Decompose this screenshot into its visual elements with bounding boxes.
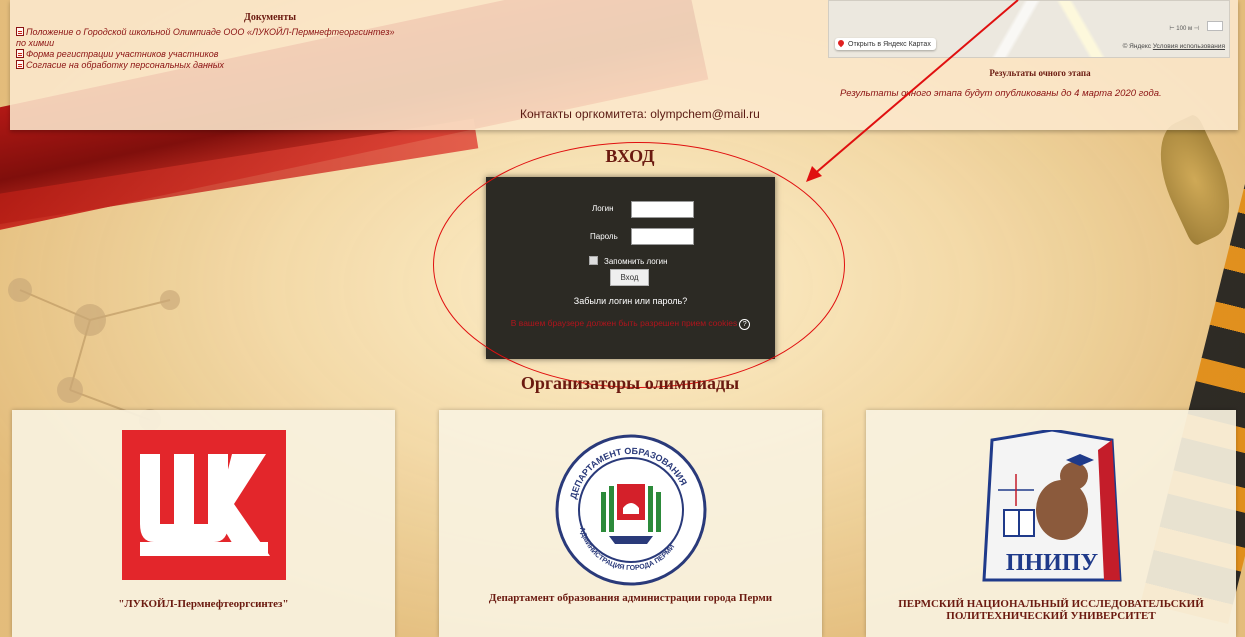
background-laurel-leaf: [1142, 112, 1245, 248]
documents-list: Положение о Городской школьной Олимпиаде…: [16, 27, 436, 71]
documents-heading: Документы: [243, 12, 297, 23]
password-input[interactable]: [631, 228, 694, 245]
pdf-icon: [16, 49, 24, 58]
map-copyright: © Яндекс Условия использования: [1123, 43, 1225, 50]
cookie-warning-text: В вашем браузере должен быть разрешен пр…: [510, 318, 738, 328]
username-input[interactable]: [631, 201, 694, 218]
doc-link-personal-data-consent[interactable]: Согласие на обработку персональных данны…: [16, 60, 436, 71]
doc-link-registration-form[interactable]: Форма регистрации участников участников: [16, 49, 436, 60]
open-in-yandex-maps-button[interactable]: Открыть в Яндекс Картах: [835, 38, 936, 50]
doc-link-regulations[interactable]: Положение о Городской школьной Олимпиаде…: [16, 27, 436, 38]
lukoil-logo: [122, 430, 286, 580]
login-button[interactable]: Вход: [610, 269, 649, 286]
map-scale-label: 100 м: [1176, 26, 1193, 32]
pdf-icon: [16, 60, 24, 69]
doc-link-continuation[interactable]: по химии: [16, 38, 436, 49]
results-announcement: Результаты очного этапа будут опубликова…: [840, 88, 1162, 99]
doc-link-label: Форма регистрации участников участников: [26, 49, 219, 59]
remember-login-label: Запомнить логин: [604, 257, 668, 266]
doc-link-label: Согласие на обработку персональных данны…: [26, 60, 225, 70]
organizers-heading: Организаторы олимпиады: [520, 373, 740, 393]
checkbox-icon[interactable]: [589, 256, 598, 265]
login-form: Логин Пароль Запомнить логин Вход Забыли…: [486, 177, 775, 359]
education-department-logo: ДЕПАРТАМЕНТ ОБРАЗОВАНИЯ АДМИНИСТРАЦИЯ ГО…: [555, 434, 707, 586]
organizer-card-lukoil[interactable]: "ЛУКОЙЛ-Пермнефтеоргсинтез": [12, 410, 395, 637]
open-in-yandex-maps-label: Открыть в Яндекс Картах: [848, 41, 931, 48]
map-scale: ⊢ 100 м ⊣: [1169, 26, 1199, 32]
map-copyright-label: © Яндекс: [1122, 43, 1152, 50]
remember-login-checkbox[interactable]: Запомнить логин: [589, 256, 668, 266]
pdf-icon: [16, 27, 24, 36]
help-icon[interactable]: ?: [739, 319, 751, 330]
username-label: Логин: [592, 204, 614, 213]
results-heading: Результаты очного этапа: [989, 68, 1091, 78]
cookie-warning: В вашем браузере должен быть разрешен пр…: [506, 317, 755, 330]
login-heading: ВХОД: [605, 146, 655, 166]
yandex-map[interactable]: Открыть в Яндекс Картах ⊢ 100 м ⊣ © Янде…: [828, 0, 1230, 58]
doc-link-label: Положение о Городской школьной Олимпиаде…: [26, 27, 395, 37]
organizer-card-education-department[interactable]: ДЕПАРТАМЕНТ ОБРАЗОВАНИЯ АДМИНИСТРАЦИЯ ГО…: [439, 410, 822, 637]
organizer-contacts: Контакты оргкомитета: olympchem@mail.ru: [520, 107, 760, 121]
ruler-icon[interactable]: [1207, 21, 1223, 31]
forgot-password-link[interactable]: Забыли логин или пароль?: [486, 296, 775, 306]
organizer-name-education-department: Департамент образования администрации го…: [488, 592, 773, 604]
pnipu-logo-text: ПНИПУ: [1006, 550, 1099, 576]
organizer-card-pnipu[interactable]: ПНИПУ ПЕРМСКИЙ НАЦИОНАЛЬНЫЙ ИССЛЕДОВАТЕЛ…: [866, 410, 1236, 637]
password-label: Пароль: [590, 232, 618, 241]
map-terms-link[interactable]: Условия использования: [1153, 43, 1225, 50]
map-pin-icon: [836, 38, 846, 48]
organizer-name-lukoil: "ЛУКОЙЛ-Пермнефтеоргсинтез": [118, 598, 289, 610]
organizer-name-pnipu: ПЕРМСКИЙ НАЦИОНАЛЬНЫЙ ИССЛЕДОВАТЕЛЬСКИЙ …: [898, 598, 1204, 622]
pnipu-logo: ПНИПУ: [982, 430, 1122, 582]
